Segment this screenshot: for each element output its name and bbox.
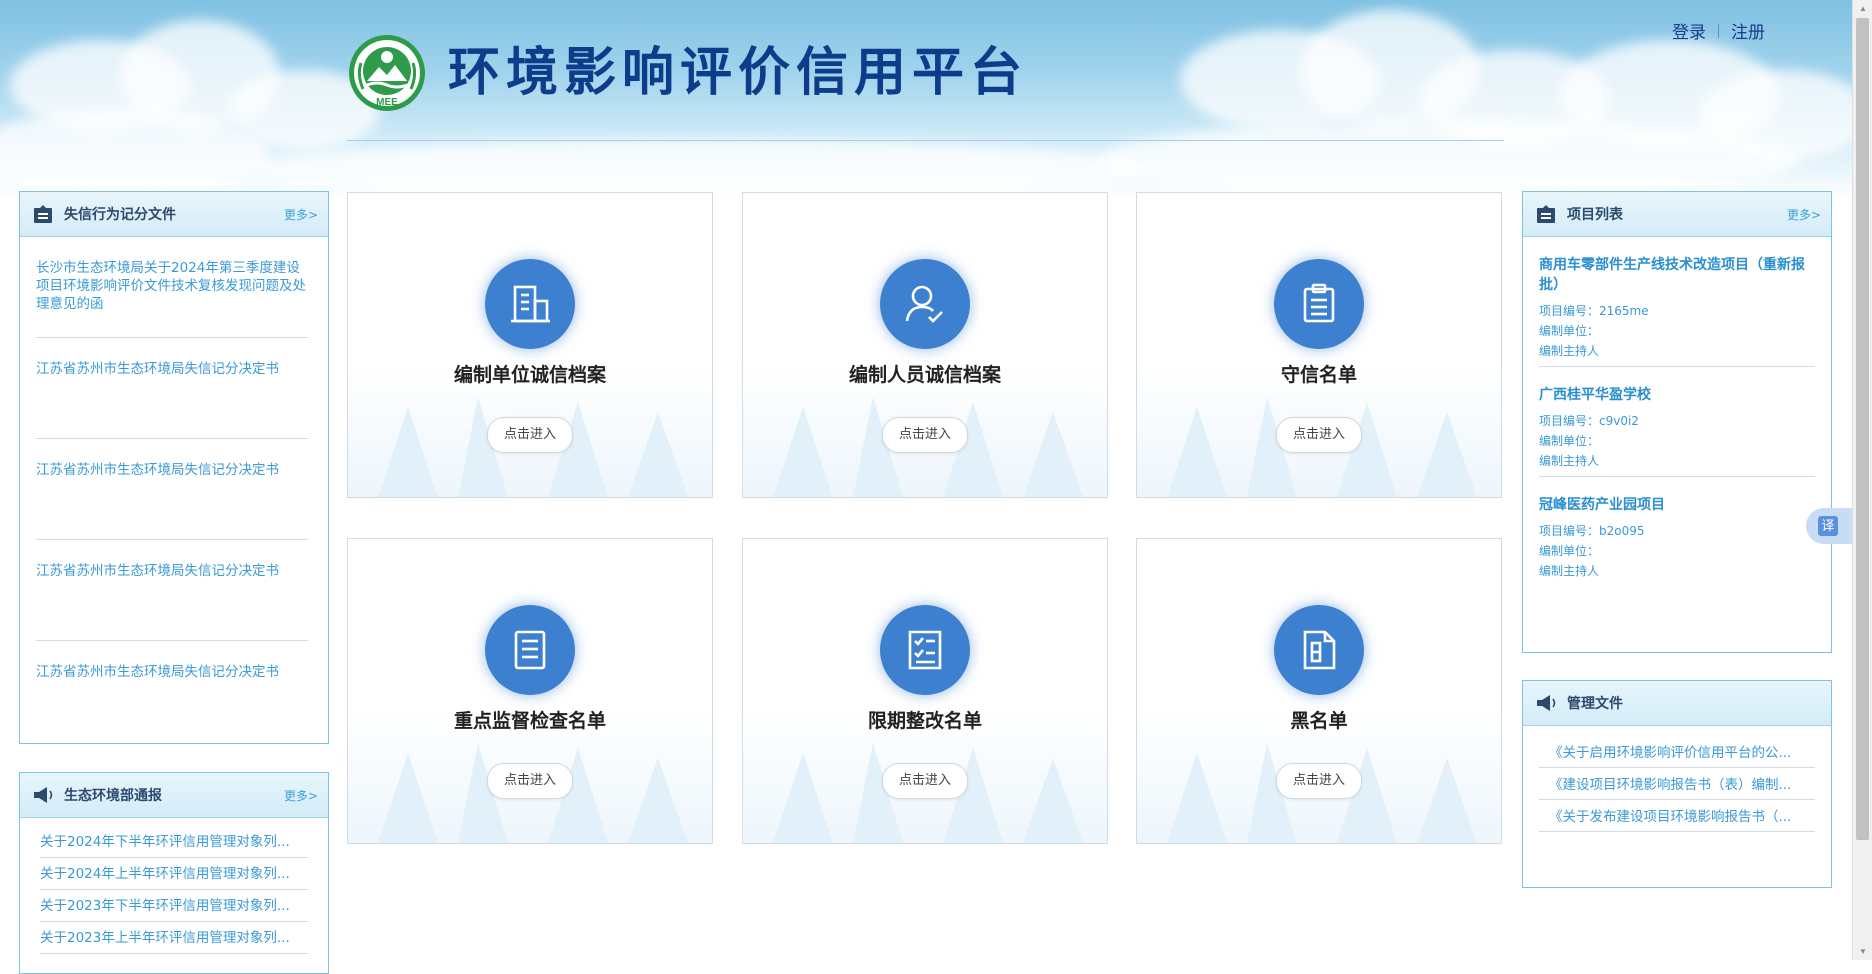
project-unit: 编制单位： <box>1539 324 1600 338</box>
bulletin-item[interactable]: 关于2024年下半年环评信用管理对象列... <box>40 826 308 858</box>
scrollbar-thumb[interactable] <box>1856 18 1869 840</box>
card-title: 编制单位诚信档案 <box>453 364 606 386</box>
card-title: 编制人员诚信档案 <box>848 364 1001 386</box>
project-host: 编制主持人 <box>1539 454 1600 468</box>
site-title: 环境影响评价信用平台 <box>448 43 1029 103</box>
project-list-title: 项目列表 <box>1567 207 1623 223</box>
credit-doc-item[interactable]: 江苏省苏州市生态环境局失信记分决定书 <box>36 540 308 641</box>
credit-docs-list: 长沙市生态环境局关于2024年第三季度建设项目环境影响评价文件技术复核发现问题及… <box>20 237 328 742</box>
document-box-icon <box>34 205 52 223</box>
project-name[interactable]: 冠峰医药产业园项目 <box>1539 495 1815 515</box>
credit-doc-item[interactable]: 江苏省苏州市生态环境局失信记分决定书 <box>36 641 308 742</box>
credit-docs-more-link[interactable]: 更多> <box>284 206 318 223</box>
register-link[interactable]: 注册 <box>1731 18 1765 43</box>
bulletin-title: 生态环境部通报 <box>64 788 162 804</box>
card-key-supervision: 重点监督检查名单 点击进入 <box>347 538 713 844</box>
file-icon <box>1274 605 1364 695</box>
enter-button[interactable]: 点击进入 <box>1276 763 1362 799</box>
card-unit-archive: 编制单位诚信档案 点击进入 <box>347 192 713 498</box>
enter-button[interactable]: 点击进入 <box>1276 417 1362 453</box>
project-code: 项目编号：c9v0i2 <box>1539 414 1639 428</box>
project-code: 项目编号：b2o095 <box>1539 524 1645 538</box>
megaphone-icon <box>34 787 53 803</box>
project-item: 商用车零部件生产线技术改造项目（重新报批） 项目编号：2165me 编制单位： … <box>1539 237 1815 367</box>
enter-button[interactable]: 点击进入 <box>487 763 573 799</box>
bulletin-item[interactable]: 关于2023年上半年环评信用管理对象列... <box>40 922 308 954</box>
user-check-icon <box>880 259 970 349</box>
login-link[interactable]: 登录 <box>1672 18 1706 43</box>
credit-docs-title: 失信行为记分文件 <box>64 207 176 223</box>
management-doc-item[interactable]: 《关于启用环境影响评价信用平台的公... <box>1539 736 1815 768</box>
auth-links: 登录 注册 <box>1672 18 1765 43</box>
project-host: 编制主持人 <box>1539 564 1600 578</box>
clipboard-icon <box>1274 259 1364 349</box>
management-docs-title: 管理文件 <box>1567 696 1623 712</box>
document-list-icon <box>485 605 575 695</box>
card-title: 守信名单 <box>1280 364 1357 386</box>
management-doc-item[interactable]: 《建设项目环境影响报告书（表）编制... <box>1539 768 1815 800</box>
management-docs-header: 管理文件 <box>1523 681 1831 726</box>
translate-button[interactable]: 译 <box>1806 508 1852 544</box>
scroll-up-arrow-icon[interactable]: ▲ <box>1853 0 1872 17</box>
enter-button[interactable]: 点击进入 <box>882 763 968 799</box>
project-name[interactable]: 商用车零部件生产线技术改造项目（重新报批） <box>1539 255 1815 295</box>
building-icon <box>485 259 575 349</box>
management-docs-panel: 管理文件 《关于启用环境影响评价信用平台的公... 《建设项目环境影响报告书（表… <box>1522 680 1832 888</box>
document-box-icon <box>1537 205 1555 223</box>
header-divider <box>347 140 1504 141</box>
project-list: 商用车零部件生产线技术改造项目（重新报批） 项目编号：2165me 编制单位： … <box>1523 237 1831 587</box>
card-title: 重点监督检查名单 <box>453 710 606 732</box>
management-doc-item[interactable]: 《关于发布建设项目环境影响报告书（... <box>1539 800 1815 832</box>
bulletin-item[interactable]: 关于2024年上半年环评信用管理对象列... <box>40 858 308 890</box>
enter-button[interactable]: 点击进入 <box>487 417 573 453</box>
card-staff-archive: 编制人员诚信档案 点击进入 <box>742 192 1108 498</box>
project-item: 广西桂平华盈学校 项目编号：c9v0i2 编制单位： 编制主持人 <box>1539 367 1815 477</box>
credit-doc-item[interactable]: 江苏省苏州市生态环境局失信记分决定书 <box>36 439 308 540</box>
translate-icon: 译 <box>1818 516 1838 536</box>
card-title: 限期整改名单 <box>867 710 982 732</box>
credit-doc-item[interactable]: 长沙市生态环境局关于2024年第三季度建设项目环境影响评价文件技术复核发现问题及… <box>36 237 308 338</box>
megaphone-icon <box>1537 695 1556 711</box>
project-unit: 编制单位： <box>1539 434 1600 448</box>
bulletin-item[interactable]: 关于2023年下半年环评信用管理对象列... <box>40 890 308 922</box>
mee-logo-icon: MEE <box>349 35 425 111</box>
project-list-header: 项目列表 更多> <box>1523 192 1831 237</box>
bulletin-more-link[interactable]: 更多> <box>284 787 318 804</box>
project-item: 冠峰医药产业园项目 项目编号：b2o095 编制单位： 编制主持人 <box>1539 477 1815 587</box>
project-host: 编制主持人 <box>1539 344 1600 358</box>
page-scrollbar[interactable]: ▲ ▼ <box>1852 0 1872 960</box>
card-rectification: 限期整改名单 点击进入 <box>742 538 1108 844</box>
card-trust-list: 守信名单 点击进入 <box>1136 192 1502 498</box>
project-unit: 编制单位： <box>1539 544 1600 558</box>
auth-divider <box>1718 23 1719 38</box>
project-name[interactable]: 广西桂平华盈学校 <box>1539 385 1815 405</box>
credit-docs-panel: 失信行为记分文件 更多> 长沙市生态环境局关于2024年第三季度建设项目环境影响… <box>19 191 329 744</box>
project-list-more-link[interactable]: 更多> <box>1787 206 1821 223</box>
project-code: 项目编号：2165me <box>1539 304 1649 318</box>
scroll-down-arrow-icon[interactable]: ▼ <box>1853 943 1872 960</box>
card-blacklist: 黑名单 点击进入 <box>1136 538 1502 844</box>
card-title: 黑名单 <box>1290 710 1348 732</box>
bulletin-list: 关于2024年下半年环评信用管理对象列... 关于2024年上半年环评信用管理对… <box>20 818 328 954</box>
enter-button[interactable]: 点击进入 <box>882 417 968 453</box>
bulletin-panel: 生态环境部通报 更多> 关于2024年下半年环评信用管理对象列... 关于202… <box>19 772 329 974</box>
project-list-panel: 项目列表 更多> 商用车零部件生产线技术改造项目（重新报批） 项目编号：2165… <box>1522 191 1832 653</box>
bulletin-header: 生态环境部通报 更多> <box>20 773 328 818</box>
credit-doc-item[interactable]: 江苏省苏州市生态环境局失信记分决定书 <box>36 338 308 439</box>
svg-text:MEE: MEE <box>376 97 398 108</box>
credit-docs-header: 失信行为记分文件 更多> <box>20 192 328 237</box>
management-docs-list: 《关于启用环境影响评价信用平台的公... 《建设项目环境影响报告书（表）编制..… <box>1523 726 1831 832</box>
checklist-icon <box>880 605 970 695</box>
